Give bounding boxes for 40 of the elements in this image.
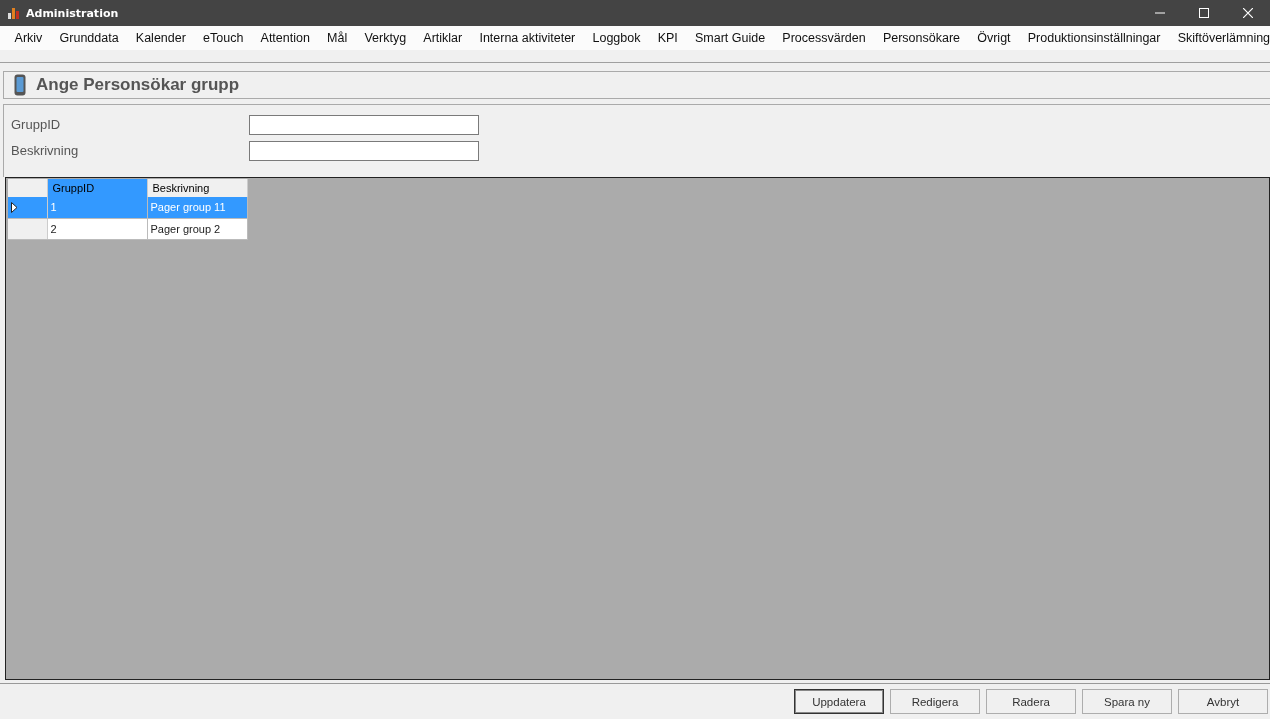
row-header[interactable] (8, 218, 47, 239)
action-button[interactable]: Spara ny (1082, 689, 1172, 714)
maximize-icon (1199, 8, 1209, 18)
mobile-phone-icon (14, 74, 26, 96)
window-title: Administration (26, 6, 120, 20)
action-button[interactable]: Avbryt (1178, 689, 1268, 714)
page-title: Ange Personsökar grupp (36, 75, 240, 95)
menu-item[interactable]: Verktyg (355, 31, 415, 45)
menu-item[interactable]: Attention (251, 31, 319, 45)
menu-item[interactable]: Artiklar (414, 31, 471, 45)
current-row-icon (11, 201, 18, 213)
input-field[interactable] (249, 141, 479, 161)
column-header[interactable]: Beskrivning (147, 179, 247, 197)
menu-item[interactable]: Interna aktiviteter (470, 31, 584, 45)
table-cell: Pager group 11 (147, 197, 247, 218)
table-cell: 1 (47, 197, 147, 218)
row-header[interactable] (8, 197, 47, 218)
grid-corner (8, 179, 47, 197)
menu-item[interactable]: Produktionsinställningar (1019, 31, 1170, 45)
column-header[interactable]: GruppID (47, 179, 147, 197)
menu-item[interactable]: Processvärden (773, 31, 875, 45)
menu-item[interactable]: KPI (649, 31, 687, 45)
menu-item[interactable]: Smart Guide (686, 31, 774, 45)
menu-item[interactable]: Mål (318, 31, 356, 45)
close-icon (1243, 8, 1253, 18)
menu-item[interactable]: Arkiv (6, 31, 51, 45)
menu-item[interactable]: eTouch (194, 31, 252, 45)
field-label: GruppID (11, 116, 62, 134)
menu-item[interactable]: Skiftöverlämning (1169, 31, 1270, 45)
field-label: Beskrivning (11, 142, 80, 160)
action-button[interactable]: Uppdatera (794, 689, 884, 714)
input-field[interactable] (249, 115, 479, 135)
action-button[interactable]: Radera (986, 689, 1076, 714)
menu-item[interactable]: Personsökare (874, 31, 969, 45)
menu-item[interactable]: Loggbok (583, 31, 650, 45)
app-logo-icon (6, 5, 22, 21)
menu-item[interactable]: Övrigt (968, 31, 1020, 45)
menu-item[interactable]: Kalender (127, 31, 195, 45)
action-button[interactable]: Redigera (890, 689, 980, 714)
menu-item[interactable]: Grunddata (50, 31, 128, 45)
